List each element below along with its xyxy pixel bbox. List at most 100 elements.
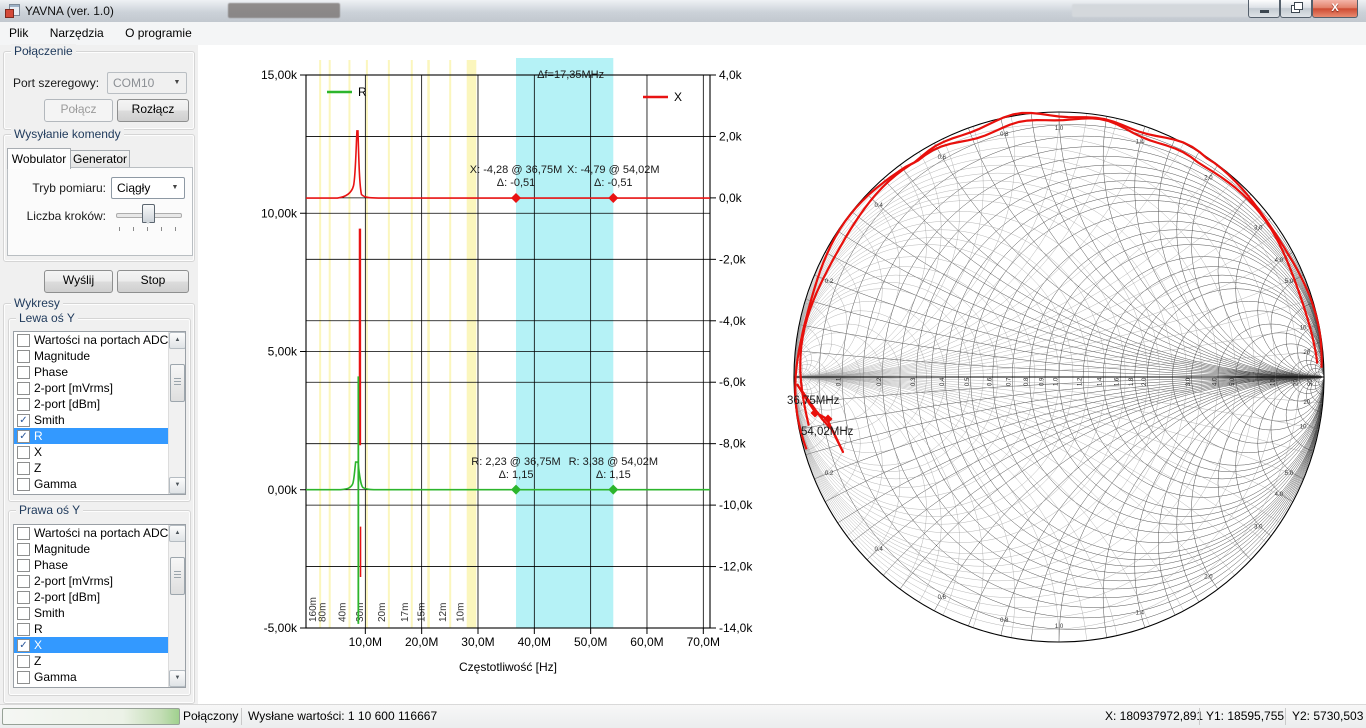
checkbox-icon[interactable] — [17, 623, 30, 636]
measure-mode-value: Ciągły — [117, 181, 150, 195]
connect-button[interactable]: Połącz — [44, 99, 113, 122]
scroll-up-button[interactable]: ▲ — [169, 332, 186, 349]
axis-series-option[interactable]: Magnitude — [14, 541, 185, 557]
checkbox-icon[interactable] — [17, 382, 30, 395]
checkbox-checked-icon[interactable]: ✓ — [17, 414, 30, 427]
axis-series-option[interactable]: R — [14, 621, 185, 637]
checkbox-icon[interactable] — [17, 543, 30, 556]
axis-series-option[interactable]: Z — [14, 653, 185, 669]
restore-button[interactable] — [1280, 0, 1312, 18]
disconnect-button[interactable]: Rozłącz — [117, 99, 189, 122]
steps-slider[interactable] — [111, 200, 187, 246]
axis-series-option[interactable]: Phase — [14, 557, 185, 573]
slider-thumb[interactable] — [142, 204, 155, 223]
axis-series-option[interactable]: Z — [14, 460, 185, 476]
checkbox-icon[interactable] — [17, 527, 30, 540]
svg-text:1.6: 1.6 — [1115, 377, 1121, 386]
axis-series-option-label: 2-port [dBm] — [34, 590, 100, 604]
close-button[interactable]: X — [1312, 0, 1358, 18]
measure-mode-combo[interactable]: Ciągły ▼ — [111, 177, 185, 199]
axis-series-option[interactable]: Gamma — [14, 669, 185, 685]
window-controls: X — [1248, 0, 1358, 18]
svg-text:-4,0k: -4,0k — [719, 314, 747, 328]
axis-series-option[interactable]: 2-port [dBm] — [14, 396, 185, 412]
checkbox-icon[interactable] — [17, 446, 30, 459]
axis-series-option-label: X — [34, 445, 42, 459]
progress-bar — [2, 708, 180, 725]
svg-text:Δ: -0,51: Δ: -0,51 — [497, 177, 536, 189]
axis-series-option[interactable]: Gamma — [14, 476, 185, 492]
minimize-icon — [1260, 10, 1269, 13]
checkbox-checked-icon[interactable]: ✓ — [17, 639, 30, 652]
scroll-thumb[interactable] — [170, 557, 185, 595]
svg-text:0.7: 0.7 — [1007, 377, 1013, 386]
checkbox-icon[interactable] — [17, 671, 30, 684]
axis-series-option[interactable]: ✓R — [14, 428, 185, 444]
axis-series-option[interactable]: Smith — [14, 605, 185, 621]
axis-series-option[interactable]: Wartości na portach ADC — [14, 525, 185, 541]
right-axis-series-list[interactable]: Wartości na portach ADCMagnitudePhase2-p… — [13, 524, 186, 688]
send-button[interactable]: Wyślij — [44, 270, 113, 293]
wobulator-tab-page: Tryb pomiaru: Ciągły ▼ Liczba kroków: — [7, 167, 193, 256]
checkbox-icon[interactable] — [17, 655, 30, 668]
svg-text:10: 10 — [1270, 379, 1276, 386]
checkbox-checked-icon[interactable]: ✓ — [17, 430, 30, 443]
axis-series-option[interactable]: X — [14, 444, 185, 460]
axis-series-option[interactable]: 2-port [mVrms] — [14, 380, 185, 396]
svg-text:0.2: 0.2 — [825, 471, 834, 477]
svg-text:1.2: 1.2 — [1078, 377, 1084, 386]
axis-series-option[interactable]: ✓Smith — [14, 412, 185, 428]
checkbox-icon[interactable] — [17, 575, 30, 588]
window-title: YAVNA (ver. 1.0) — [25, 4, 114, 18]
menu-o-programie[interactable]: O programie — [116, 22, 201, 45]
checkbox-icon[interactable] — [17, 350, 30, 363]
cursor-frequency-band[interactable] — [516, 58, 613, 628]
svg-text:3.0: 3.0 — [1254, 226, 1263, 232]
minimize-button[interactable] — [1248, 0, 1280, 18]
axis-series-option[interactable]: ✓X — [14, 637, 185, 653]
svg-text:5.0: 5.0 — [1285, 471, 1294, 477]
checkbox-icon[interactable] — [17, 366, 30, 379]
svg-text:50,0M: 50,0M — [574, 635, 607, 649]
menu-narzedzia[interactable]: Narzędzia — [41, 22, 113, 45]
scrollbar[interactable]: ▲ ▼ — [168, 332, 185, 494]
scroll-down-button[interactable]: ▼ — [169, 477, 186, 494]
axis-series-option-label: Gamma — [34, 477, 77, 491]
scroll-down-button[interactable]: ▼ — [169, 670, 186, 687]
svg-text:5.0: 5.0 — [1285, 279, 1294, 285]
checkbox-icon[interactable] — [17, 334, 30, 347]
svg-text:0.1: 0.1 — [837, 377, 843, 386]
axis-series-option[interactable]: Wartości na portach ADC — [14, 332, 185, 348]
svg-text:5,00k: 5,00k — [268, 345, 298, 359]
checkbox-icon[interactable] — [17, 607, 30, 620]
axis-series-option[interactable]: 2-port [dBm] — [14, 589, 185, 605]
title-bar: YAVNA (ver. 1.0) X — [0, 0, 1366, 23]
axis-series-option[interactable]: Phase — [14, 364, 185, 380]
axis-series-option[interactable]: 2-port [mVrms] — [14, 573, 185, 589]
scrollbar[interactable]: ▲ ▼ — [168, 525, 185, 687]
tab-wobulator[interactable]: Wobulator — [7, 148, 71, 169]
axis-series-option-label: Z — [34, 461, 41, 475]
stop-button[interactable]: Stop — [117, 270, 189, 293]
checkbox-icon[interactable] — [17, 398, 30, 411]
checkbox-icon[interactable] — [17, 478, 30, 491]
checkbox-icon[interactable] — [17, 559, 30, 572]
svg-text:36,75MHz: 36,75MHz — [787, 395, 840, 407]
chart-surface: 160m80m40m30m20m17m15m12m10m15,00k10,00k… — [198, 45, 1366, 705]
svg-text:2.0: 2.0 — [1204, 176, 1213, 182]
scroll-up-button[interactable]: ▲ — [169, 525, 186, 542]
checkbox-icon[interactable] — [17, 591, 30, 604]
axis-series-option[interactable]: Magnitude — [14, 348, 185, 364]
checkbox-icon[interactable] — [17, 462, 30, 475]
serial-port-combo[interactable]: COM10 ▼ — [107, 72, 187, 94]
menu-plik[interactable]: Plik — [0, 22, 37, 45]
axis-series-option-label: R — [34, 622, 43, 636]
svg-text:3.0: 3.0 — [1254, 524, 1263, 530]
svg-text:15,00k: 15,00k — [261, 68, 298, 82]
scroll-thumb[interactable] — [170, 364, 185, 402]
left-axis-series-list[interactable]: Wartości na portach ADCMagnitudePhase2-p… — [13, 331, 186, 495]
svg-text:12m: 12m — [438, 603, 449, 622]
svg-text:20: 20 — [1293, 379, 1299, 386]
svg-text:60,0M: 60,0M — [630, 635, 663, 649]
svg-text:54,02MHz: 54,02MHz — [801, 426, 854, 438]
